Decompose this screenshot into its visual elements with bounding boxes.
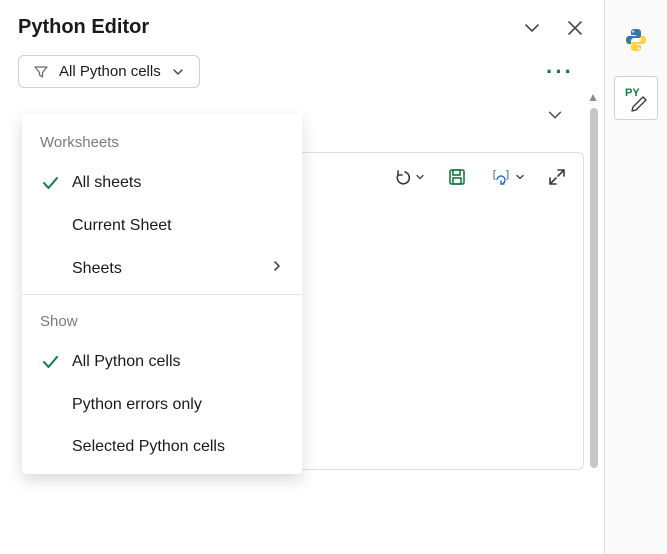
check-icon	[40, 173, 60, 193]
undo-icon	[393, 167, 413, 187]
undo-button[interactable]	[393, 167, 425, 187]
menu-item-sheets-submenu[interactable]: Sheets	[22, 247, 302, 290]
output-icon: [ ]	[489, 167, 513, 187]
menu-item-all-sheets[interactable]: All sheets	[22, 161, 302, 205]
filter-label: All Python cells	[59, 63, 161, 80]
output-type-button[interactable]: [ ]	[489, 167, 525, 187]
save-icon	[447, 167, 467, 187]
chevron-down-icon	[415, 172, 425, 182]
filter-row: All Python cells ···	[0, 49, 604, 92]
filter-dropdown-button[interactable]: All Python cells	[18, 55, 200, 88]
right-rail: PY	[604, 0, 667, 554]
filter-dropdown-menu: Worksheets All sheets Current Sheet Shee…	[22, 114, 302, 474]
panel-title: Python Editor	[18, 16, 149, 39]
header-actions	[522, 18, 584, 38]
chevron-down-icon	[171, 65, 185, 79]
chevron-down-icon	[515, 172, 525, 182]
menu-item-selected-python-cells[interactable]: Selected Python cells	[22, 426, 302, 468]
dropdown-section-show: Show	[22, 299, 302, 340]
more-options-button[interactable]: ···	[546, 59, 584, 85]
expand-button[interactable]	[547, 167, 567, 187]
check-icon	[40, 352, 60, 372]
py-editor-icon: PY	[621, 83, 651, 113]
close-icon	[566, 19, 584, 37]
dropdown-section-worksheets: Worksheets	[22, 120, 302, 161]
menu-item-label: Selected Python cells	[72, 438, 225, 456]
close-button[interactable]	[566, 19, 584, 37]
menu-item-label: Python errors only	[72, 396, 202, 414]
chevron-down-icon	[546, 106, 564, 124]
rail-python-icon-button[interactable]	[614, 18, 658, 62]
panel-header: Python Editor	[0, 0, 604, 49]
menu-item-label: Current Sheet	[72, 217, 172, 235]
filter-icon	[33, 64, 49, 80]
menu-item-label: Sheets	[72, 260, 122, 278]
python-icon	[623, 27, 649, 53]
expand-icon	[547, 167, 567, 187]
menu-item-all-python-cells[interactable]: All Python cells	[22, 340, 302, 384]
svg-text:PY: PY	[625, 87, 640, 99]
chevron-right-icon	[270, 259, 284, 278]
save-button[interactable]	[447, 167, 467, 187]
collapse-button[interactable]	[522, 18, 542, 38]
menu-divider	[22, 294, 302, 295]
menu-item-current-sheet[interactable]: Current Sheet	[22, 205, 302, 247]
cell-collapse-button[interactable]	[546, 106, 564, 124]
menu-item-python-errors-only[interactable]: Python errors only	[22, 384, 302, 426]
svg-text:[ ]: [ ]	[491, 168, 511, 181]
menu-item-label: All sheets	[72, 174, 141, 192]
rail-py-editor-button[interactable]: PY	[614, 76, 658, 120]
scrollbar-up-arrow[interactable]: ▲	[587, 90, 599, 104]
ellipsis-icon: ···	[546, 59, 574, 84]
chevron-down-icon	[522, 18, 542, 38]
menu-item-label: All Python cells	[72, 353, 181, 371]
scrollbar-thumb[interactable]	[590, 108, 598, 468]
